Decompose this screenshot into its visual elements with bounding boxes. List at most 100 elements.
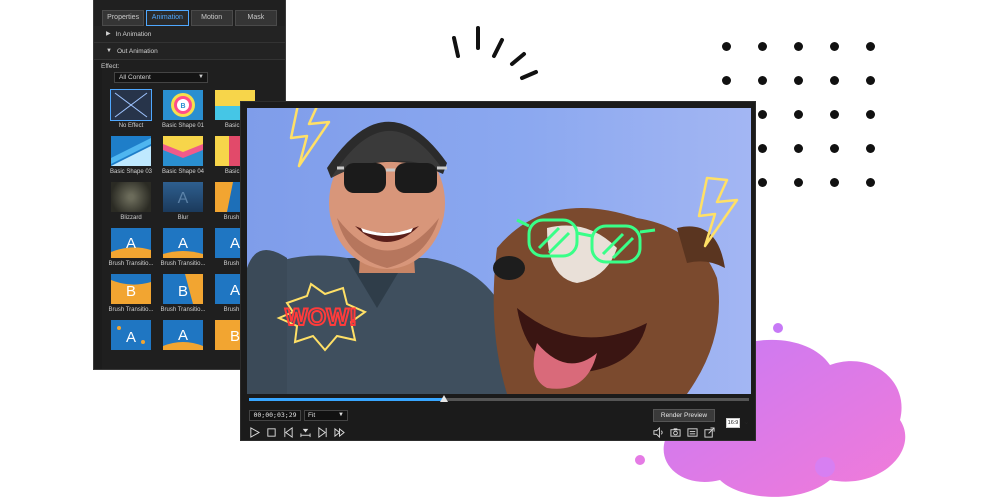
effect-label-13: Brush Transitio...: [108, 307, 154, 313]
render-preview-button[interactable]: Render Preview: [653, 409, 715, 422]
timeline-scrubber[interactable]: [249, 395, 749, 402]
svg-text:A: A: [230, 235, 240, 252]
play-icon: [249, 426, 260, 438]
brush-preview-icon: A: [163, 235, 203, 258]
timeline-progress: [249, 398, 444, 401]
section-label: Out Animation: [116, 47, 158, 55]
effect-thumb-basic-shape-03[interactable]: [111, 136, 151, 166]
decorative-dot: [794, 144, 803, 153]
effect-label: Effect:: [101, 63, 120, 70]
preview-viewport[interactable]: WOW!: [247, 108, 751, 394]
decorative-dot: [794, 178, 803, 187]
effect-filter-value: All Content: [119, 74, 151, 81]
effect-thumb-blizzard[interactable]: [111, 182, 151, 212]
svg-text:A: A: [178, 327, 188, 344]
aspect-ratio-button[interactable]: 16:9: [726, 418, 740, 428]
effect-label-2: Basic Shape 01: [161, 123, 205, 129]
svg-text:B: B: [230, 328, 240, 345]
panel-tabs: Properties Animation Motion Mask: [94, 0, 285, 26]
effect-label-4: Basic Shape 03: [109, 169, 153, 175]
effect-thumb-brush-3[interactable]: A: [163, 228, 203, 258]
play-button[interactable]: [247, 425, 261, 439]
effect-label-7: Blizzard: [120, 215, 142, 221]
decorative-dot: [722, 76, 731, 85]
tab-motion[interactable]: Motion: [190, 10, 233, 26]
effect-thumb-brush-6[interactable]: B: [163, 274, 203, 304]
zoom-select[interactable]: Fit ▼: [304, 410, 348, 421]
decorative-dot: [830, 144, 839, 153]
decorative-dot: [758, 178, 767, 187]
mark-icon: [299, 428, 311, 437]
shape-preview-icon: [111, 138, 151, 166]
effect-thumb-brush-2[interactable]: A: [111, 228, 151, 258]
decorative-dot: [758, 76, 767, 85]
no-effect-cross-icon: [114, 92, 148, 118]
svg-text:A: A: [178, 235, 188, 252]
decorative-dot: [794, 42, 803, 51]
decorative-dot: [866, 76, 875, 85]
tab-animation[interactable]: Animation: [146, 10, 189, 26]
zoom-value: Fit: [308, 412, 316, 419]
preview-player: WOW! 00;00;03;29 Fit ▼ Render Preview: [240, 101, 756, 441]
dropdown-arrow-icon: ▼: [338, 412, 344, 418]
brush-preview-icon: A: [111, 235, 151, 258]
effect-thumb-basic-shape-01[interactable]: B: [163, 90, 203, 120]
timecode-display: 00;00;03;29: [249, 410, 301, 421]
next-frame-button[interactable]: [315, 425, 329, 439]
dropdown-arrow-icon: ▼: [198, 74, 204, 80]
subtitles-button[interactable]: [685, 425, 699, 439]
svg-text:B: B: [178, 283, 188, 300]
svg-text:A: A: [126, 329, 136, 346]
brush-preview-icon: B: [111, 274, 151, 300]
svg-text:A: A: [178, 190, 189, 207]
svg-text:A: A: [230, 282, 240, 299]
effect-label-10: Brush Transitio...: [108, 261, 154, 267]
decorative-dot: [866, 42, 875, 51]
effect-label-5: Basic Shape 04: [161, 169, 205, 175]
tab-mask[interactable]: Mask: [234, 10, 277, 26]
decorative-dot: [758, 144, 767, 153]
decorative-dot: [830, 42, 839, 51]
effect-label-11: Brush Transitio...: [160, 261, 206, 267]
external-view-button[interactable]: [702, 425, 716, 439]
effect-thumb-brush-9[interactable]: A: [163, 320, 203, 350]
external-view-icon: [703, 426, 715, 438]
fast-forward-button[interactable]: [332, 425, 346, 439]
brush-preview-icon: B: [178, 274, 203, 304]
effect-thumb-brush-5[interactable]: B: [111, 274, 151, 304]
effect-thumb-blur[interactable]: A: [163, 182, 203, 212]
stop-icon: [266, 427, 276, 437]
previous-frame-button[interactable]: [281, 425, 295, 439]
snapshot-icon: [669, 427, 681, 437]
effect-thumb-no-effect[interactable]: [110, 89, 152, 121]
decorative-dot: [830, 76, 839, 85]
effect-thumb-basic-shape-04[interactable]: [163, 136, 203, 166]
decorative-dot: [830, 110, 839, 119]
shape-preview-icon: B: [171, 93, 195, 117]
chevron-down-icon[interactable]: ⌄: [743, 417, 750, 426]
volume-icon: [652, 426, 663, 438]
preview-photo: WOW!: [247, 108, 739, 394]
stop-button[interactable]: [264, 425, 278, 439]
blur-preview-icon: A: [178, 190, 189, 207]
decorative-dot: [866, 178, 875, 187]
decorative-burst-lines: [452, 26, 538, 80]
svg-text:B: B: [180, 103, 185, 110]
timeline-playhead[interactable]: [440, 395, 448, 402]
section-in-animation[interactable]: ▶ In Animation: [94, 26, 285, 43]
decorative-dot: [758, 42, 767, 51]
brush-preview-icon: A: [163, 327, 203, 350]
section-out-animation[interactable]: ▼ Out Animation: [94, 43, 285, 60]
section-label: In Animation: [115, 30, 152, 38]
tab-properties[interactable]: Properties: [102, 10, 145, 26]
effect-thumb-brush-8[interactable]: A: [111, 320, 151, 350]
snapshot-button[interactable]: [668, 425, 682, 439]
prev-frame-icon: [283, 426, 293, 438]
decorative-dot: [866, 110, 875, 119]
volume-button[interactable]: [651, 425, 665, 439]
mark-button[interactable]: [298, 425, 312, 439]
effect-filter-select[interactable]: All Content ▼: [114, 72, 208, 83]
collapse-arrow-icon: ▼: [106, 47, 112, 54]
svg-text:WOW!: WOW!: [285, 304, 357, 331]
decorative-dot: [722, 42, 731, 51]
